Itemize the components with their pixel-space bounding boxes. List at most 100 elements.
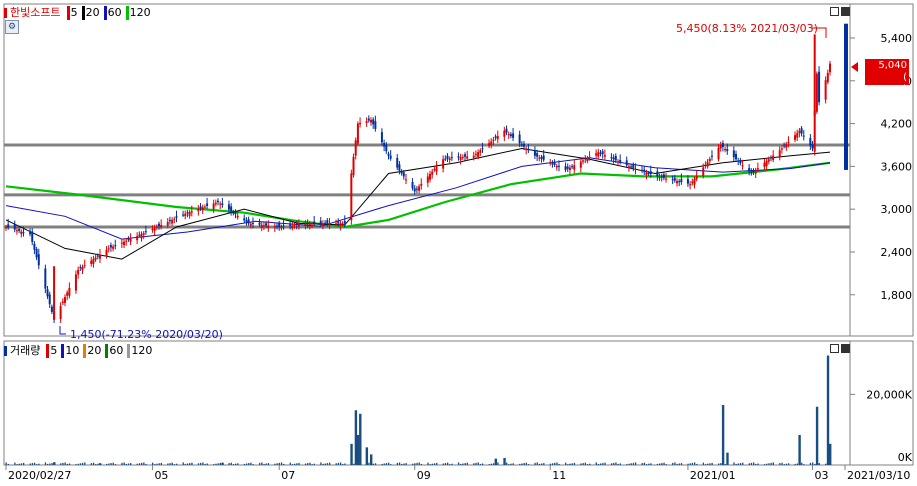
candle-body: [171, 219, 174, 224]
volume-bar: [110, 463, 112, 465]
candle-body: [732, 150, 735, 158]
volume-bar: [354, 410, 358, 465]
volume-bar: [444, 463, 447, 465]
volume-bar: [263, 463, 265, 465]
candle-body: [81, 266, 84, 271]
volume-bar: [519, 463, 521, 465]
candle-body: [265, 223, 268, 226]
volume-bar: [221, 462, 224, 465]
candle-body: [120, 242, 123, 244]
candle-body: [660, 176, 663, 178]
candle-body: [625, 160, 628, 166]
candle-body: [678, 181, 681, 183]
volume-bar: [158, 463, 160, 465]
volume-bar: [447, 462, 449, 465]
candle-body: [496, 136, 499, 140]
volume-bar: [114, 464, 117, 465]
volume-bar: [95, 464, 97, 465]
volume-bar: [704, 464, 707, 465]
candle-body: [785, 144, 788, 148]
candle-body: [695, 175, 698, 180]
volume-bar: [173, 464, 176, 465]
volume-bar: [525, 462, 527, 465]
candle-body: [83, 265, 86, 267]
candle-body: [448, 158, 451, 161]
volume-bar: [123, 462, 125, 465]
volume-bar: [291, 464, 294, 465]
settings-icon[interactable]: ⚙: [5, 20, 19, 34]
volume-bar: [737, 463, 740, 465]
candle-body: [129, 238, 132, 242]
candle-body: [354, 140, 357, 156]
volume-bar: [659, 463, 661, 465]
candle-body: [739, 159, 742, 164]
volume-bar: [796, 463, 799, 465]
volume-bar: [753, 462, 755, 465]
candle-body: [396, 157, 399, 168]
volume-panel-frame: [3, 340, 914, 466]
volume-bar: [449, 464, 451, 465]
volume-bar: [726, 452, 729, 465]
candle-body: [610, 157, 613, 159]
candle-body: [748, 167, 751, 172]
volume-minimize-icon[interactable]: [830, 344, 839, 353]
volume-bar: [735, 463, 737, 465]
volume-bar: [7, 463, 9, 465]
candle-body: [488, 143, 491, 146]
candle-body: [719, 144, 722, 149]
stock-chart[interactable]: 5,450(8.13% 2021/03/03) 1,450(-71.23% 20…: [0, 0, 917, 482]
candle-body: [680, 179, 683, 183]
volume-bar: [243, 463, 246, 465]
volume-bar: [650, 463, 652, 465]
volume-bar: [383, 463, 385, 465]
maximize-icon[interactable]: [841, 7, 850, 16]
candle-body: [507, 134, 510, 136]
volume-bar: [324, 463, 326, 465]
volume-bar: [130, 463, 132, 465]
volume-maximize-icon[interactable]: [841, 344, 850, 353]
candle-body: [136, 236, 139, 241]
volume-bar: [573, 462, 576, 465]
candle-body: [815, 73, 818, 112]
candle-body: [79, 267, 82, 269]
price-legend-name: 한빛소프트: [10, 6, 61, 19]
volume-bar: [245, 463, 248, 465]
volume-bar: [803, 464, 805, 465]
volume-bar: [136, 463, 138, 465]
candle-body: [339, 223, 342, 226]
legend-marker: [4, 346, 7, 356]
candle-body: [232, 212, 235, 214]
candle-body: [459, 157, 462, 161]
volume-bar: [401, 463, 403, 465]
candle-body: [512, 133, 515, 138]
candle-body: [429, 174, 432, 180]
candle-body: [645, 172, 648, 175]
volume-bar: [252, 464, 254, 465]
volume-bar: [296, 463, 298, 465]
volume-bar: [665, 464, 667, 465]
candle-body: [802, 135, 805, 137]
volume-bar: [748, 463, 750, 465]
volume-bar: [234, 463, 237, 465]
candle-body: [726, 149, 729, 152]
candle-body: [601, 151, 604, 155]
candle-body: [509, 134, 512, 137]
candle-body: [721, 143, 724, 148]
volume-bar: [696, 463, 698, 465]
volume-bar: [143, 462, 145, 465]
candle-body: [479, 150, 482, 153]
volume-bar: [387, 462, 390, 465]
volume-bar: [326, 463, 329, 465]
candle-body: [763, 162, 766, 167]
candle-body: [182, 214, 185, 216]
minimize-icon[interactable]: [830, 7, 839, 16]
candle-body: [168, 219, 171, 221]
candle-body: [125, 240, 128, 242]
volume-bar: [141, 462, 143, 465]
candle-body: [105, 249, 108, 257]
candle-body: [571, 166, 574, 168]
candle-body: [435, 166, 438, 172]
chart-canvas[interactable]: 5,450(8.13% 2021/03/03) 1,450(-71.23% 20…: [0, 0, 917, 482]
volume-bar: [763, 464, 766, 465]
volume-bar: [586, 464, 589, 465]
